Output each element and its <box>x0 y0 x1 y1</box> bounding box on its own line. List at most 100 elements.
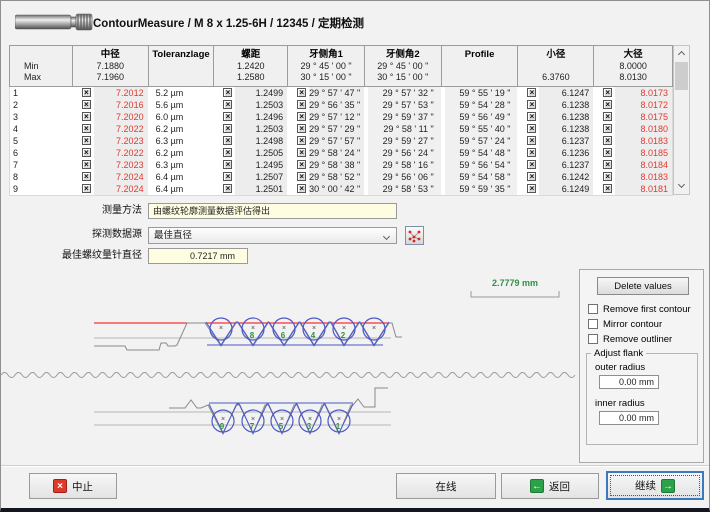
table-row[interactable]: 57.20236.3 µm1.249829 ° 57 ' 57 "29 ° 59… <box>10 135 672 147</box>
online-button[interactable]: 在线 <box>396 473 496 499</box>
table-row[interactable]: 67.20226.2 µm1.250529 ° 58 ' 24 "29 ° 56… <box>10 147 672 159</box>
table-row[interactable]: 37.20206.0 µm1.249629 ° 57 ' 12 "29 ° 59… <box>10 111 672 123</box>
outer-radius-input[interactable]: 0.00 mm <box>599 375 659 389</box>
table-row[interactable]: 17.20125.2 µm1.249929 ° 57 ' 47 "29 ° 57… <box>10 87 672 99</box>
table-row[interactable]: 87.20246.4 µm1.250729 ° 58 ' 52 "29 ° 56… <box>10 171 672 183</box>
checked-checkbox-icon[interactable] <box>297 160 306 169</box>
remove-first-contour-label: Remove first contour <box>603 304 691 315</box>
checked-checkbox-icon[interactable] <box>223 124 232 133</box>
method-input[interactable]: 由螺纹轮廓测量数据评估得出 <box>148 203 397 219</box>
checked-checkbox-icon[interactable] <box>82 124 91 133</box>
continue-button[interactable]: 继续 → <box>606 471 704 500</box>
checked-checkbox-icon[interactable] <box>82 136 91 145</box>
tolerance-cell: 6.3 µm <box>148 135 214 147</box>
checkbox-icon[interactable] <box>588 334 598 344</box>
inner-radius-input[interactable]: 0.00 mm <box>599 411 659 425</box>
checked-checkbox-icon[interactable] <box>527 148 536 157</box>
table-row[interactable]: 97.20246.4 µm1.250130 ° 00 ' 42 "29 ° 58… <box>10 183 672 195</box>
row-number: 1 <box>10 87 72 99</box>
delete-values-button[interactable]: Delete values <box>597 277 689 295</box>
checked-checkbox-icon[interactable] <box>527 112 536 121</box>
remove-outliner-checkbox[interactable]: Remove outliner <box>588 333 672 345</box>
checked-checkbox-icon[interactable] <box>82 148 91 157</box>
checked-checkbox-icon[interactable] <box>82 88 91 97</box>
checked-checkbox-icon[interactable] <box>297 100 306 109</box>
mirror-contour-checkbox[interactable]: Mirror contour <box>588 318 662 330</box>
checked-checkbox-icon[interactable] <box>527 136 536 145</box>
adjust-flank-group: Adjust flank outer radius 0.00 mm inner … <box>586 353 698 445</box>
checkbox-icon[interactable] <box>588 304 598 314</box>
checked-checkbox-icon[interactable] <box>603 136 612 145</box>
checked-checkbox-icon[interactable] <box>527 160 536 169</box>
checked-checkbox-icon[interactable] <box>82 112 91 121</box>
col-header-toleranzlage: Toleranzlage <box>148 46 214 86</box>
checked-checkbox-icon[interactable] <box>527 100 536 109</box>
pitch-cell: 1.2503 <box>213 99 287 111</box>
checked-checkbox-icon[interactable] <box>603 184 612 193</box>
checked-checkbox-icon[interactable] <box>297 148 306 157</box>
upper-probe-circles[interactable] <box>210 318 385 340</box>
minor-diameter-cell: 6.1247 <box>517 87 593 99</box>
table-row[interactable]: 77.20236.3 µm1.249529 ° 58 ' 38 "29 ° 58… <box>10 159 672 171</box>
arrow-right-icon: → <box>661 479 675 493</box>
checked-checkbox-icon[interactable] <box>297 172 306 181</box>
checked-checkbox-icon[interactable] <box>82 100 91 109</box>
flank-angle2-cell: 29 ° 56 ' 24 " <box>364 147 441 159</box>
pitch-cell: 1.2505 <box>213 147 287 159</box>
back-button[interactable]: ← 返回 <box>501 473 599 499</box>
row-number: 7 <box>10 159 72 171</box>
window-title: ContourMeasure / M 8 x 1.25-6H / 12345 /… <box>93 15 364 31</box>
checked-checkbox-icon[interactable] <box>527 88 536 97</box>
profile-cell: 59 ° 57 ' 24 " <box>441 135 518 147</box>
probe-pattern-button[interactable] <box>405 226 424 245</box>
checked-checkbox-icon[interactable] <box>223 100 232 109</box>
tolerance-cell: 5.2 µm <box>148 87 214 99</box>
row-number: 2 <box>10 99 72 111</box>
pitch-diameter-cell: 7.2012 <box>72 87 148 99</box>
scroll-up-icon[interactable] <box>674 47 689 61</box>
contour-plot[interactable]: 2.7779 mm ×× ×× ×× 8 6 4 2 <box>1 269 579 463</box>
checked-checkbox-icon[interactable] <box>82 172 91 181</box>
checkbox-icon[interactable] <box>588 319 598 329</box>
checked-checkbox-icon[interactable] <box>603 160 612 169</box>
table-row[interactable]: 27.20165.6 µm1.250329 ° 56 ' 35 "29 ° 57… <box>10 99 672 111</box>
checked-checkbox-icon[interactable] <box>223 172 232 181</box>
checked-checkbox-icon[interactable] <box>603 112 612 121</box>
checked-checkbox-icon[interactable] <box>223 160 232 169</box>
checked-checkbox-icon[interactable] <box>527 184 536 193</box>
checked-checkbox-icon[interactable] <box>297 124 306 133</box>
checked-checkbox-icon[interactable] <box>603 148 612 157</box>
checked-checkbox-icon[interactable] <box>527 172 536 181</box>
checked-checkbox-icon[interactable] <box>603 100 612 109</box>
major-diameter-cell: 8.0175 <box>593 111 672 123</box>
checked-checkbox-icon[interactable] <box>82 184 91 193</box>
pitch-diameter-cell: 7.2024 <box>72 183 148 195</box>
checked-checkbox-icon[interactable] <box>527 124 536 133</box>
checked-checkbox-icon[interactable] <box>297 136 306 145</box>
scroll-down-icon[interactable] <box>674 179 689 193</box>
checked-checkbox-icon[interactable] <box>297 112 306 121</box>
checked-checkbox-icon[interactable] <box>223 184 232 193</box>
checked-checkbox-icon[interactable] <box>223 112 232 121</box>
major-diameter-cell: 8.0183 <box>593 171 672 183</box>
checked-checkbox-icon[interactable] <box>603 172 612 181</box>
flank-angle1-cell: 30 ° 00 ' 42 " <box>287 183 364 195</box>
checked-checkbox-icon[interactable] <box>223 88 232 97</box>
table-row[interactable]: 47.20226.2 µm1.250329 ° 57 ' 29 "29 ° 58… <box>10 123 672 135</box>
checked-checkbox-icon[interactable] <box>603 88 612 97</box>
row-number: 5 <box>10 135 72 147</box>
checked-checkbox-icon[interactable] <box>297 88 306 97</box>
pin-diameter-input[interactable]: 0.7217 mm <box>148 248 248 264</box>
probe-source-dropdown[interactable]: 最佳直径 <box>148 227 397 244</box>
checked-checkbox-icon[interactable] <box>297 184 306 193</box>
scrollbar-thumb[interactable] <box>675 62 688 90</box>
remove-first-contour-checkbox[interactable]: Remove first contour <box>588 303 691 315</box>
profile-cell: 59 ° 59 ' 35 " <box>441 183 518 195</box>
abort-button[interactable]: × 中止 <box>29 473 117 499</box>
checked-checkbox-icon[interactable] <box>82 160 91 169</box>
checked-checkbox-icon[interactable] <box>223 148 232 157</box>
table-scrollbar[interactable] <box>673 45 690 195</box>
checked-checkbox-icon[interactable] <box>603 124 612 133</box>
checked-checkbox-icon[interactable] <box>223 136 232 145</box>
flank-angle1-cell: 29 ° 57 ' 29 " <box>287 123 364 135</box>
